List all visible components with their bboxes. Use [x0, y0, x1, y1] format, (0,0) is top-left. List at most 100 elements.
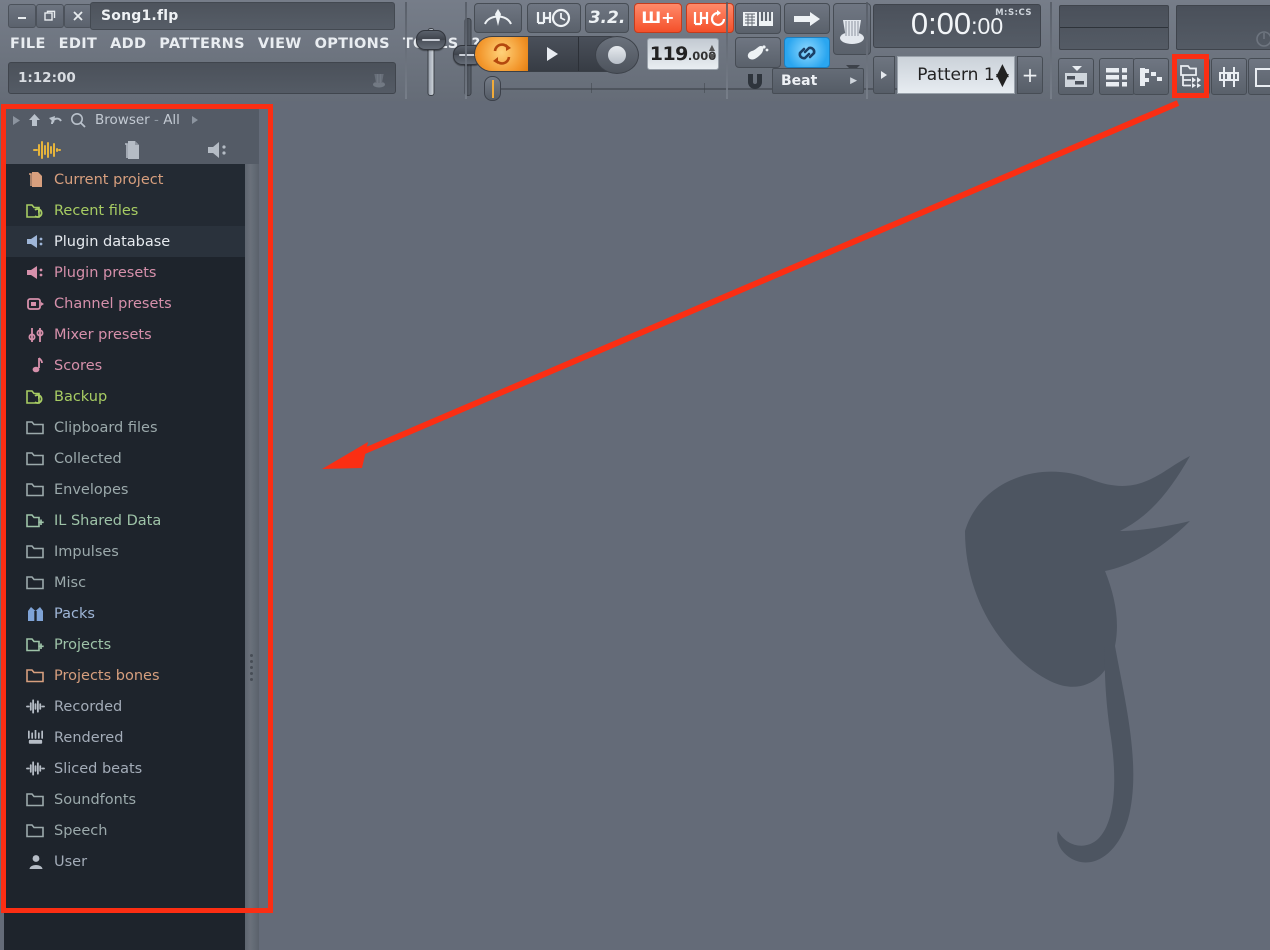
- browser-expand-icon[interactable]: [12, 115, 21, 126]
- browser-item-speech[interactable]: Speech: [4, 815, 245, 846]
- browser-item-recorded[interactable]: Recorded: [4, 691, 245, 722]
- menu-item-file[interactable]: FILE: [10, 36, 46, 52]
- folder-icon: [26, 544, 45, 559]
- mixer-preset-icon: [26, 327, 45, 343]
- metronome-value: 3.2.: [588, 7, 626, 28]
- song-position-handle[interactable]: [484, 76, 501, 101]
- master-volume-slider[interactable]: [414, 8, 448, 96]
- triangle-right-icon: [881, 71, 887, 79]
- browser-item-label: Envelopes: [54, 481, 129, 498]
- menu-item-options[interactable]: OPTIONS: [315, 36, 390, 52]
- browser-nav-bar: Browser - All: [12, 112, 199, 128]
- browser-item-recent-files[interactable]: Recent files: [4, 195, 245, 226]
- folder-icon: [26, 482, 45, 497]
- hint-bar: 1:12:00: [8, 62, 396, 94]
- cpu-gauge-icon: [1256, 31, 1270, 47]
- browser-scope: All: [163, 112, 180, 128]
- browser-item-envelopes[interactable]: Envelopes: [4, 474, 245, 505]
- browser-item-sliced-beats[interactable]: Sliced beats: [4, 753, 245, 784]
- browser-tab-waveform[interactable]: [4, 136, 89, 164]
- minimize-icon: [18, 17, 26, 19]
- recent-folder-icon: [26, 389, 45, 405]
- menu-item-add[interactable]: ADD: [110, 36, 146, 52]
- restore-button[interactable]: [36, 4, 64, 28]
- browser-item-label: Mixer presets: [54, 326, 152, 343]
- wait-for-input-button[interactable]: [474, 3, 522, 33]
- record-button[interactable]: [595, 36, 639, 74]
- browser-button[interactable]: [1174, 58, 1210, 95]
- browser-title-text: Browser: [95, 112, 150, 128]
- add-pattern-button[interactable]: +: [1017, 56, 1043, 94]
- browser-item-soundfonts[interactable]: Soundfonts: [4, 784, 245, 815]
- browser-item-channel-presets[interactable]: Channel presets: [4, 288, 245, 319]
- browser-item-current-project[interactable]: Current project: [4, 164, 245, 195]
- folder-icon: [26, 792, 45, 807]
- main-workspace[interactable]: [259, 101, 1270, 950]
- step-sequencer-button[interactable]: [1099, 58, 1135, 95]
- browser-item-misc[interactable]: Misc: [4, 567, 245, 598]
- browser-item-clipboard-files[interactable]: Clipboard files: [4, 412, 245, 443]
- folder-icon: [26, 420, 45, 435]
- countdown-button[interactable]: [527, 3, 581, 33]
- plug-icon: [26, 234, 45, 249]
- close-button[interactable]: [64, 4, 92, 28]
- pattern-menu-button[interactable]: [873, 56, 895, 94]
- step-edit-button[interactable]: [784, 3, 830, 34]
- browser-item-mixer-presets[interactable]: Mixer presets: [4, 319, 245, 350]
- mixer-button[interactable]: [1211, 58, 1247, 95]
- browser-item-plugin-presets[interactable]: Plugin presets: [4, 257, 245, 288]
- multilink-button[interactable]: [784, 37, 830, 68]
- browser-item-label: Recent files: [54, 202, 139, 219]
- top-toolbar: Song1.flp FILE EDIT ADD PATTERNS VIEW OP…: [0, 0, 1270, 101]
- browser-back-icon[interactable]: [48, 113, 63, 127]
- browser-title-separator: -: [154, 112, 159, 128]
- overlay-notes-button[interactable]: Ш+: [634, 3, 682, 33]
- browser-item-label: Backup: [54, 388, 108, 405]
- folder-icon: [26, 823, 45, 838]
- foot-pedal-button[interactable]: [735, 37, 781, 68]
- tempo-spinner-icon[interactable]: ▲ ▼: [709, 43, 715, 61]
- browser-more-icon[interactable]: [191, 115, 199, 125]
- minimize-button[interactable]: [8, 4, 36, 28]
- browser-item-list[interactable]: Current project Recent files Plugin databa…: [4, 164, 245, 950]
- plugin-picker-button[interactable]: [1248, 58, 1270, 95]
- master-clock[interactable]: 0:00:00 M:S:CS: [873, 4, 1041, 48]
- browser-item-scores[interactable]: Scores: [4, 350, 245, 381]
- playlist-button[interactable]: [1058, 58, 1094, 95]
- browser-item-projects[interactable]: Projects: [4, 629, 245, 660]
- menu-item-edit[interactable]: EDIT: [59, 36, 97, 52]
- metronome-value-button[interactable]: 3.2.: [585, 3, 629, 33]
- piano-roll-button[interactable]: [1133, 58, 1169, 95]
- browser-item-label: Impulses: [54, 543, 119, 560]
- browser-item-label: Rendered: [54, 729, 124, 746]
- browser-item-user[interactable]: User: [4, 846, 245, 877]
- menu-item-patterns[interactable]: PATTERNS: [159, 36, 245, 52]
- browser-item-label: Plugin database: [54, 233, 171, 250]
- play-button[interactable]: [528, 37, 578, 71]
- browser-item-label: Clipboard files: [54, 419, 158, 436]
- loop-record-icon: [693, 10, 726, 26]
- browser-up-icon[interactable]: [28, 113, 41, 127]
- menu-item-view[interactable]: VIEW: [258, 36, 302, 52]
- browser-item-rendered[interactable]: Rendered: [4, 722, 245, 753]
- pattern-spinner-icon[interactable]: ▲ ▼: [996, 62, 1009, 89]
- snap-selector[interactable]: Beat ▶: [772, 68, 864, 94]
- browser-tab-files[interactable]: [89, 136, 174, 164]
- browser-item-collected[interactable]: Collected: [4, 443, 245, 474]
- browser-tab-plugins[interactable]: [174, 136, 259, 164]
- typing-keyboard-button[interactable]: [735, 3, 781, 34]
- note-icon: [26, 357, 45, 374]
- tempo-field[interactable]: 119 .000 ▲ ▼: [647, 38, 719, 70]
- browser-item-plugin-database[interactable]: Plugin database: [4, 226, 245, 257]
- browser-item-impulses[interactable]: Impulses: [4, 536, 245, 567]
- browser-resize-splitter[interactable]: [245, 164, 259, 950]
- browser-item-packs[interactable]: Packs: [4, 598, 245, 629]
- browser-item-projects-bones[interactable]: Projects bones: [4, 660, 245, 691]
- loop-mode-button[interactable]: [475, 37, 528, 71]
- browser-item-backup[interactable]: Backup: [4, 381, 245, 412]
- pattern-name-field[interactable]: Pattern 1 ▲ ▼: [897, 56, 1015, 94]
- browser-item-il-shared-data[interactable]: IL Shared Data: [4, 505, 245, 536]
- browser-panel[interactable]: Browser - All Current project Recent fil…: [4, 104, 259, 950]
- browser-search-icon[interactable]: [70, 112, 86, 128]
- hint-panel: [1059, 5, 1169, 50]
